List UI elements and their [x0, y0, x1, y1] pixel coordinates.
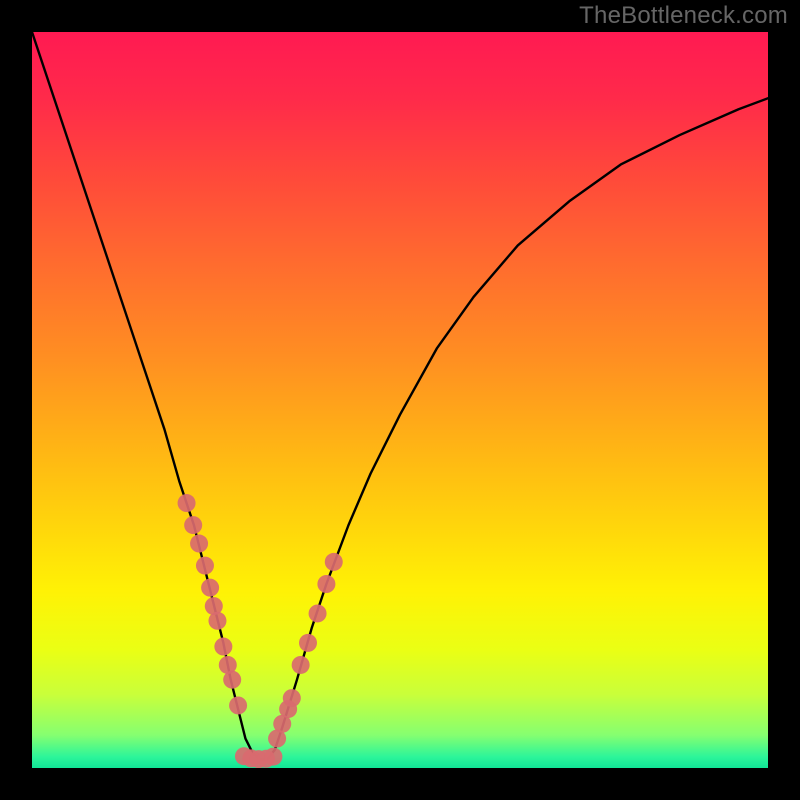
data-dot — [223, 671, 241, 689]
watermark-text: TheBottleneck.com — [579, 2, 788, 30]
data-dot — [299, 634, 317, 652]
data-dot — [196, 557, 214, 575]
data-dot — [229, 696, 247, 714]
dots-bottom — [235, 747, 282, 768]
chart-root: TheBottleneck.com — [0, 0, 800, 800]
data-dot — [184, 516, 202, 534]
data-dot — [317, 575, 335, 593]
data-dot — [214, 638, 232, 656]
data-dot — [283, 689, 301, 707]
data-dot — [309, 604, 327, 622]
data-dot — [325, 553, 343, 571]
gradient-bg — [32, 32, 768, 768]
plot-area — [32, 32, 768, 768]
data-dot — [190, 535, 208, 553]
chart-svg — [32, 32, 768, 768]
data-dot — [208, 612, 226, 630]
data-dot — [292, 656, 310, 674]
data-dot — [201, 579, 219, 597]
data-dot — [178, 494, 196, 512]
data-dot — [264, 748, 282, 766]
